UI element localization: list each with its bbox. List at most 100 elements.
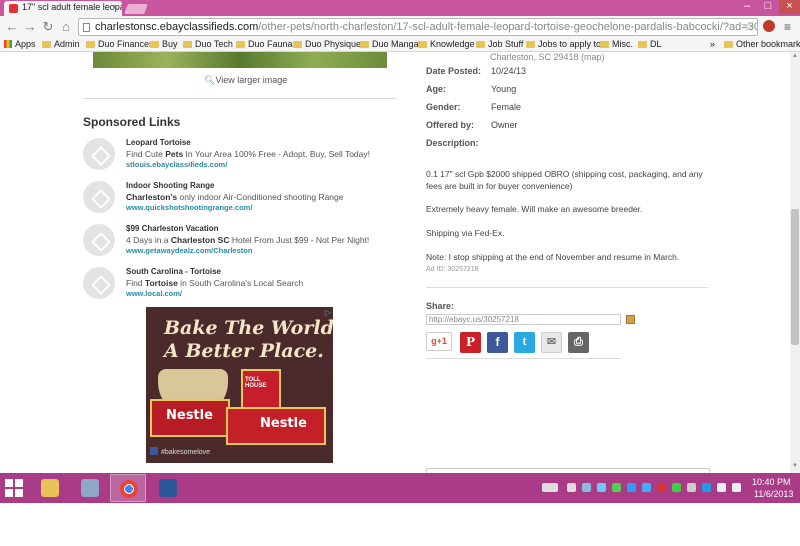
google-plus-button[interactable]: g+1 <box>426 332 452 351</box>
description-paragraph: Note: I stop shipping at the end of Nove… <box>426 252 680 262</box>
bookmark-admin[interactable]: Admin <box>42 39 80 49</box>
windows-start-button[interactable] <box>5 479 23 497</box>
tab-title: 17" scl adult female leopa <box>22 2 122 12</box>
bookmark-duo-tech[interactable]: Duo Tech <box>183 39 233 49</box>
ad-title[interactable]: Leopard Tortoise <box>126 138 191 147</box>
taskbar-calculator[interactable] <box>72 474 108 502</box>
scroll-up-icon[interactable]: ▲ <box>791 53 799 61</box>
ad-url[interactable]: stlouis.ebayclassifieds.com/ <box>126 160 227 169</box>
bookmark-dl[interactable]: DL <box>638 39 662 49</box>
tray-icon[interactable] <box>702 483 711 492</box>
bookmark-duo-finances[interactable]: Duo Finances <box>86 39 154 49</box>
ad-choices-icon[interactable]: ▷ <box>325 308 331 317</box>
scrollbar-thumb[interactable] <box>791 209 799 345</box>
ad-text: 4 Days in a Charleston SC Hotel From Jus… <box>126 235 370 245</box>
chocolate-bar-image: Nestle <box>150 399 230 437</box>
sponsored-ad[interactable]: Leopard Tortoise Find Cute Pets In Your … <box>83 138 393 174</box>
tray-icon[interactable] <box>612 483 621 492</box>
bookmark-star-icon[interactable]: ☆ <box>743 19 755 35</box>
email-icon[interactable]: ✉ <box>541 332 562 353</box>
clock-time[interactable]: 10:40 PM <box>752 477 791 487</box>
sponsored-ad[interactable]: South Carolina - Tortoise Find Tortoise … <box>83 267 393 303</box>
tray-icon[interactable] <box>582 483 591 492</box>
sponsored-links-heading: Sponsored Links <box>83 115 181 129</box>
ad-title[interactable]: $99 Charleston Vacation <box>126 224 218 233</box>
chrome-menu-icon[interactable]: ≡ <box>784 20 791 34</box>
scroll-down-icon[interactable]: ▼ <box>791 463 799 471</box>
bluetooth-icon[interactable] <box>627 483 636 492</box>
pinterest-icon[interactable]: P <box>460 332 481 353</box>
bookmark-duo-fauna[interactable]: Duo Fauna <box>236 39 293 49</box>
tray-icon[interactable] <box>657 483 666 492</box>
folder-icon <box>42 41 51 48</box>
bookmark-job-stuff[interactable]: Job Stuff <box>476 39 523 49</box>
tray-icon[interactable] <box>567 483 576 492</box>
ad-url[interactable]: www.quickshotshootingrange.com/ <box>126 203 252 212</box>
keyboard-icon[interactable] <box>542 483 558 492</box>
taskbar-file-explorer[interactable] <box>32 474 68 502</box>
address-bar[interactable]: charlestonsc.ebayclassifieds.com/other-p… <box>78 18 758 36</box>
nestle-banner-ad[interactable]: ▷ Bake The World A Better Place. TOLL HO… <box>146 307 333 463</box>
print-icon[interactable]: ⎙ <box>568 332 589 353</box>
magnifier-icon: 🔍︎ <box>204 75 216 85</box>
volume-icon[interactable] <box>732 483 741 492</box>
tray-icon[interactable] <box>687 483 696 492</box>
tray-icon[interactable] <box>642 483 651 492</box>
bookmark-other[interactable]: Other bookmarks <box>724 39 800 49</box>
taskbar-word[interactable] <box>150 474 186 502</box>
ad-url[interactable]: www.getawaydealz.com/Charleston <box>126 246 252 255</box>
bookmark-duo-physique[interactable]: Duo Physique <box>293 39 361 49</box>
folder-icon <box>293 41 302 48</box>
view-larger-link[interactable]: 🔍︎View larger image <box>204 75 287 86</box>
bookmark-buy[interactable]: Buy <box>150 39 178 49</box>
twitter-icon[interactable]: t <box>514 332 535 353</box>
back-icon[interactable]: ← <box>4 19 20 35</box>
folder-icon <box>638 41 647 48</box>
tab-close-icon[interactable]: × <box>113 2 118 12</box>
banner-headline: Bake The World <box>164 317 333 339</box>
page-scrollbar[interactable]: ▲ ▼ <box>790 52 800 473</box>
bookmark-misc[interactable]: Misc. <box>600 39 633 49</box>
share-url-field[interactable] <box>426 314 621 325</box>
page-icon <box>83 23 90 32</box>
bookmark-knowledge[interactable]: Knowledge <box>418 39 475 49</box>
extension-icon[interactable] <box>763 20 775 32</box>
home-icon[interactable]: ⌂ <box>58 19 74 35</box>
minimize-button[interactable]: – <box>737 0 757 14</box>
folder-icon <box>600 41 609 48</box>
background-area <box>0 503 800 546</box>
maximize-button[interactable]: □ <box>758 0 778 14</box>
sponsored-ad[interactable]: $99 Charleston Vacation 4 Days in a Char… <box>83 224 393 260</box>
network-icon[interactable] <box>717 483 726 492</box>
ad-title[interactable]: Indoor Shooting Range <box>126 181 214 190</box>
bookmark-duo-manga[interactable]: Duo Manga <box>360 39 419 49</box>
share-label: Share: <box>426 301 455 311</box>
browser-tab[interactable]: 17" scl adult female leopa × <box>4 1 122 16</box>
ad-title[interactable]: South Carolina - Tortoise <box>126 267 221 276</box>
ad-text: Find Cute Pets In Your Area 100% Free - … <box>126 149 370 159</box>
forward-icon[interactable]: → <box>22 19 38 35</box>
apps-grid-icon <box>4 40 12 48</box>
bookmark-jobs-to-apply[interactable]: Jobs to apply to <box>526 39 601 49</box>
tray-icon[interactable] <box>672 483 681 492</box>
folder-icon <box>418 41 427 48</box>
sponsored-ad[interactable]: Indoor Shooting Range Charleston's only … <box>83 181 393 217</box>
facebook-share-icon[interactable]: f <box>487 332 508 353</box>
bookmark-apps[interactable]: Apps <box>4 39 36 49</box>
calculator-icon <box>81 479 99 497</box>
divider <box>426 358 621 359</box>
windows-taskbar: 10:40 PM 11/6/2013 <box>0 473 800 503</box>
ad-url[interactable]: www.local.com/ <box>126 289 182 298</box>
tray-icon[interactable] <box>597 483 606 492</box>
reload-icon[interactable]: ↻ <box>40 19 56 35</box>
copy-icon[interactable] <box>626 315 635 324</box>
url-path: /other-pets/north-charleston/17-scl-adul… <box>258 21 758 33</box>
new-tab-button[interactable] <box>124 4 148 14</box>
clock-date[interactable]: 11/6/2013 <box>754 489 793 499</box>
listing-photo[interactable] <box>93 52 387 68</box>
close-window-button[interactable]: × <box>779 0 800 14</box>
folder-icon <box>86 41 95 48</box>
ad-tag-icon <box>83 224 115 256</box>
bookmarks-overflow-button[interactable]: » <box>710 39 715 49</box>
taskbar-chrome[interactable] <box>110 474 146 502</box>
